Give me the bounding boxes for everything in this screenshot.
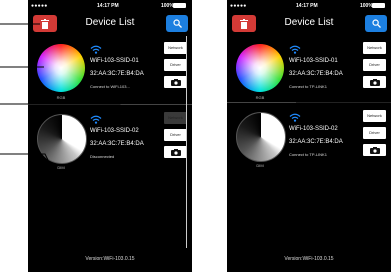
callout-line-status-2 bbox=[0, 153, 49, 161]
callout-line-right-2 bbox=[327, 148, 391, 173]
callout-lines bbox=[0, 23, 391, 173]
callout-line-status-1 bbox=[0, 92, 125, 105]
